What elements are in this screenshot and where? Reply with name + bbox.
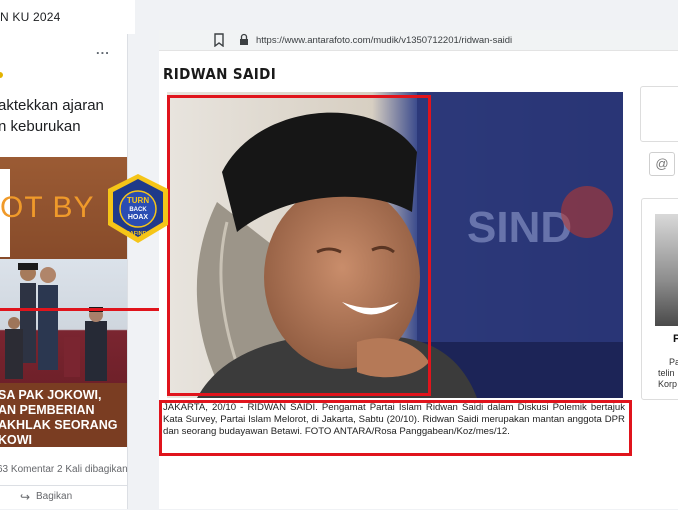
sidebar-card-title: P xyxy=(673,333,678,345)
svg-text:SIND: SIND xyxy=(467,203,572,252)
image-photo-area xyxy=(0,259,127,387)
sidebar-widget xyxy=(640,86,678,142)
image-caption-block: SA PAK JOKOWI, AN PEMBERIAN AKHLAK SEORA… xyxy=(0,383,127,447)
caption-line: SA PAK JOKOWI, xyxy=(0,388,102,402)
share-button[interactable]: Bagikan xyxy=(36,491,72,502)
caption-line: AN PEMBERIAN xyxy=(0,403,95,417)
mafindo-turnbackhoax-logo: TURN BACK HOAX MAFINDO xyxy=(108,174,168,243)
caption-line: KOWI xyxy=(0,433,33,447)
svg-text:BACK: BACK xyxy=(129,207,147,213)
url-text[interactable]: https://www.antarafoto.com/mudik/v135071… xyxy=(256,35,512,46)
share-icon[interactable]: ↪ xyxy=(20,490,30,504)
lock-icon xyxy=(240,33,248,45)
group-title: N KU 2024 xyxy=(0,10,61,24)
sidebar-card-text: Korp xyxy=(658,379,678,389)
more-options-button[interactable]: ... xyxy=(96,42,110,57)
sidebar-thumbnail[interactable] xyxy=(655,214,678,326)
sidebar-card-text: telin xyxy=(658,368,675,378)
image-overlay-text: OT BY xyxy=(0,191,95,224)
page-title: RIDWAN SAIDI xyxy=(163,65,277,83)
svg-text:MAFINDO: MAFINDO xyxy=(125,231,151,237)
photo-highlight-box xyxy=(167,95,431,396)
ceremony-figures xyxy=(5,263,107,381)
svg-text:TURN: TURN xyxy=(127,196,149,205)
caption-line: AKHLAK SEORANG xyxy=(0,418,118,432)
highlight-connector-line xyxy=(0,308,168,311)
post-stats[interactable]: 63 Komentar 2 Kali dibagikan xyxy=(0,464,128,475)
post-text-line: n keburukan xyxy=(0,118,81,135)
post-text-line: aktekkan ajaran xyxy=(0,97,104,114)
caption-highlight-box xyxy=(159,400,632,456)
svg-text:HOAX: HOAX xyxy=(128,214,149,221)
bookmark-icon[interactable] xyxy=(213,33,225,47)
email-share-icon[interactable]: @ xyxy=(649,152,675,176)
sidebar-card-text: Pa xyxy=(669,357,678,367)
post-text: aktekkan ajaran n keburukan xyxy=(0,95,126,137)
facebook-group-header: N KU 2024 xyxy=(0,0,135,34)
